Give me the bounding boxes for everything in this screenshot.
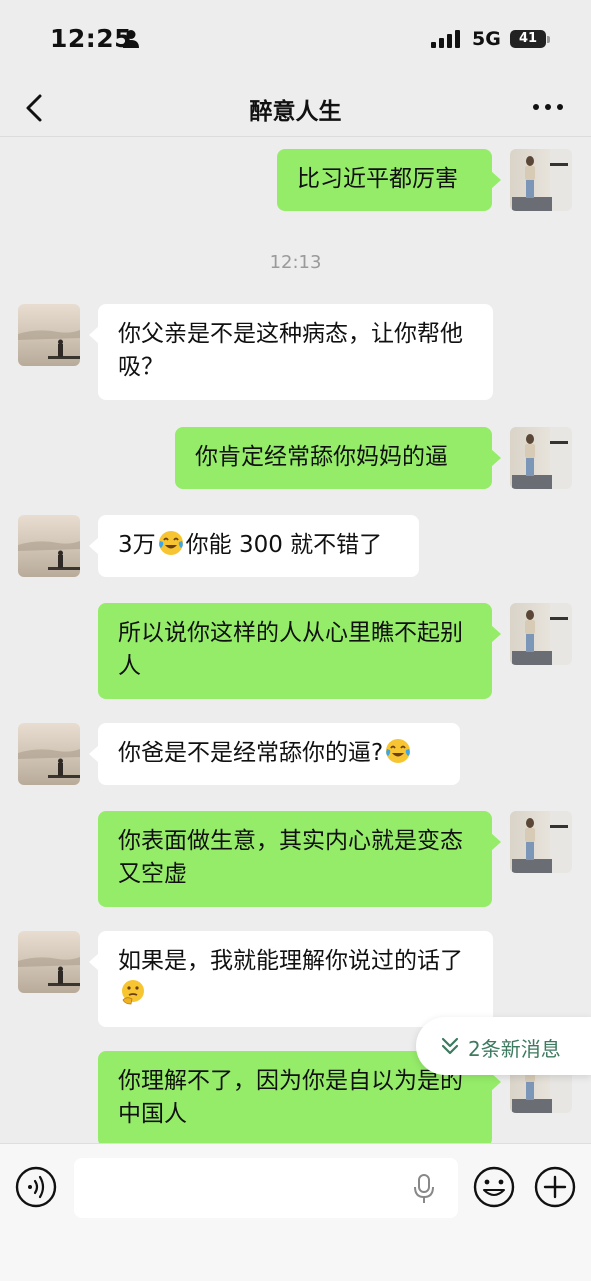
message-text: 你表面做生意，其实内心就是变态又空虚	[118, 828, 463, 887]
double-chevron-down-icon	[441, 1037, 459, 1055]
message-bubble-outgoing[interactable]: 比习近平都厉害	[277, 149, 501, 211]
message-bubble-outgoing[interactable]: 你肯定经常舔你妈妈的逼	[175, 427, 501, 489]
status-time: 12:25	[50, 24, 133, 53]
person-icon	[123, 30, 139, 48]
network-label: 5G	[472, 28, 501, 50]
plus-icon[interactable]	[533, 1165, 577, 1209]
timestamp: 12:13	[269, 252, 322, 273]
message-bubble-incoming[interactable]: 如果是，我就能理解你说过的话了	[89, 931, 493, 1027]
message-bubble-outgoing[interactable]: 你表面做生意，其实内心就是变态又空虚	[98, 811, 501, 907]
more-icon[interactable]	[528, 92, 568, 122]
self-avatar[interactable]	[510, 811, 572, 873]
message-bubble-incoming[interactable]: 你父亲是不是这种病态，让你帮他吸？	[89, 304, 493, 400]
message-text: 你理解不了，因为你是自以为是的中国人	[118, 1068, 463, 1127]
input-bar	[0, 1143, 591, 1281]
battery-icon: 41	[510, 30, 546, 48]
contact-avatar[interactable]	[18, 515, 80, 577]
new-messages-label: 2条新消息	[468, 1037, 561, 1061]
contact-avatar[interactable]	[18, 723, 80, 785]
message-text: 你肯定经常舔你妈妈的逼	[195, 444, 448, 470]
crying-laughing-emoji-icon	[158, 531, 183, 555]
message-text: 比习近平都厉害	[297, 166, 458, 192]
microphone-icon[interactable]	[412, 1173, 436, 1205]
signal-icon	[431, 30, 460, 48]
status-bar: 12:25 5G 41	[0, 0, 591, 80]
new-messages-button[interactable]: 2条新消息	[416, 1017, 591, 1075]
nav-bar: 醉意人生	[0, 80, 591, 137]
emoji-icon[interactable]	[472, 1165, 516, 1209]
self-avatar[interactable]	[510, 149, 572, 211]
chat-area: 比习近平都厉害 12:13 你父亲是不是这种病态，让你帮他吸？ 你肯定经常舔你妈…	[0, 137, 591, 1143]
message-bubble-incoming[interactable]: 你爸是不是经常舔你的逼?	[89, 723, 460, 785]
message-text: 如果是，我就能理解你说过的话了	[118, 948, 463, 974]
self-avatar[interactable]	[510, 603, 572, 665]
message-text: 你父亲是不是这种病态，让你帮他吸？	[118, 321, 463, 380]
battery-nub	[547, 36, 550, 43]
message-bubble-outgoing[interactable]: 所以说你这样的人从心里瞧不起别人	[98, 603, 501, 699]
contact-avatar[interactable]	[18, 304, 80, 366]
message-bubble-incoming[interactable]: 3万 你能 300 就不错了	[89, 515, 419, 577]
message-text: 你能 300 就不错了	[185, 532, 383, 558]
chat-title: 醉意人生	[249, 99, 342, 125]
contact-avatar[interactable]	[18, 931, 80, 993]
voice-input-icon[interactable]	[14, 1165, 58, 1209]
message-text: 你爸是不是经常舔你的逼?	[118, 740, 384, 766]
message-text: 3万	[118, 532, 156, 558]
crying-laughing-emoji-icon	[386, 739, 411, 763]
self-avatar[interactable]	[510, 427, 572, 489]
message-input[interactable]	[74, 1158, 458, 1218]
thinking-face-emoji-icon	[122, 980, 144, 1005]
message-text: 所以说你这样的人从心里瞧不起别人	[118, 620, 463, 679]
